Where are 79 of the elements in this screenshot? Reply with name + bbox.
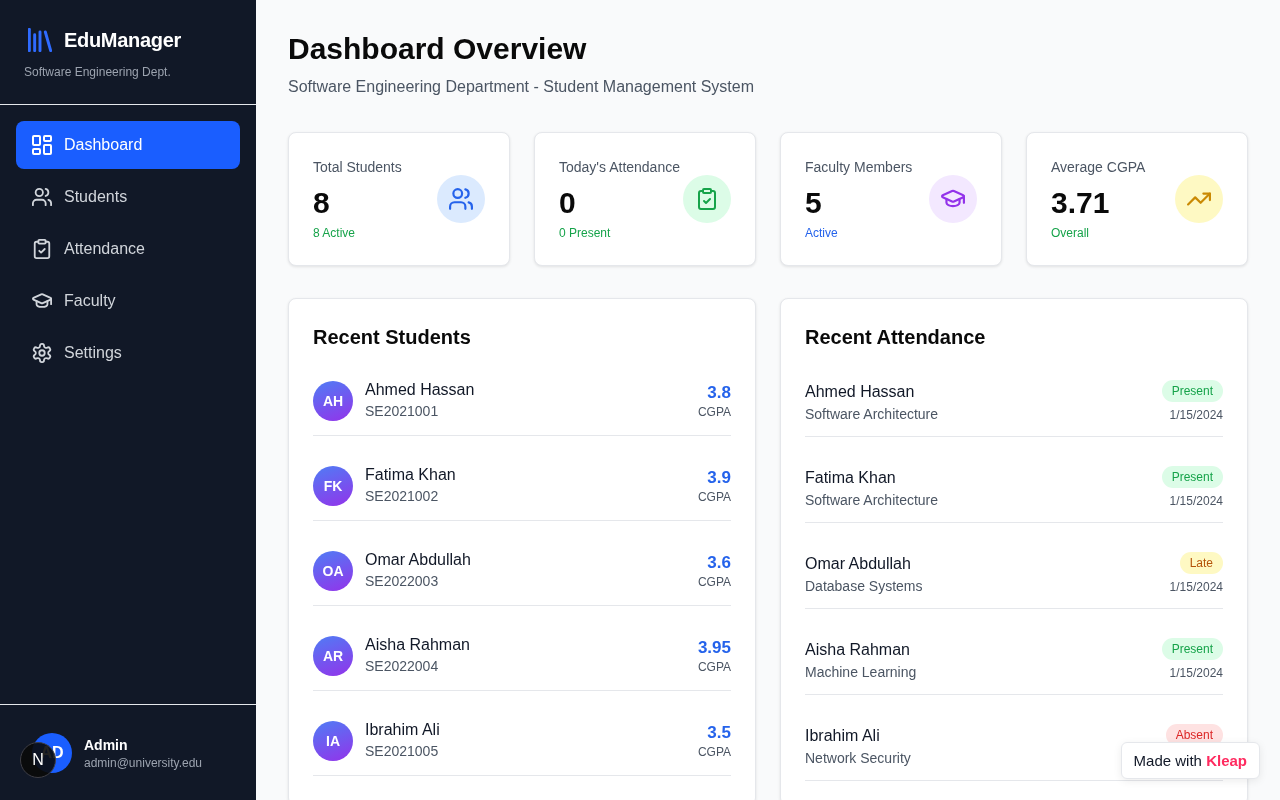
users-icon <box>32 187 52 207</box>
stat-note: 0 Present <box>559 225 612 241</box>
cgpa-label: CGPA <box>697 403 731 420</box>
graduation-cap-icon <box>32 291 52 311</box>
user-name: Admin <box>84 736 129 755</box>
student-id: SE2021005 <box>365 742 440 761</box>
cgpa-label: CGPA <box>697 658 731 675</box>
course-name: Network Security <box>805 749 911 768</box>
cgpa-value: 3.95 <box>697 636 731 659</box>
student-avatar: FK <box>313 465 353 506</box>
grid-icon <box>32 135 52 155</box>
user-email: admin@university.edu <box>84 755 202 771</box>
attendance-date: 1/15/2024 <box>1169 407 1223 423</box>
stat-note: Active <box>805 225 839 241</box>
page-subtitle: Software Engineering Department - Student Management System <box>288 77 756 97</box>
student-name: Fatima Khan <box>805 468 896 488</box>
status-badge: Present <box>1161 466 1223 488</box>
settings-icon <box>32 343 52 363</box>
clipboard-check-icon <box>683 175 731 223</box>
student-id: SE2021002 <box>365 487 440 506</box>
page-title: Dashboard Overview <box>288 31 588 67</box>
stat-label: Faculty Members <box>805 158 913 177</box>
student-avatar: IA <box>313 720 353 761</box>
cgpa-value: 3.5 <box>707 721 731 744</box>
panel-title: Recent Attendance <box>805 325 987 350</box>
student-name: Fatima Khan <box>365 465 457 485</box>
clipboard-check-icon <box>32 239 52 259</box>
course-name: Software Architecture <box>805 491 939 510</box>
stat-value: 5 <box>805 185 823 221</box>
course-name: Database Systems <box>805 577 923 596</box>
student-avatar: AR <box>313 635 353 676</box>
made-with-link[interactable]: Made with Kleap <box>1120 742 1260 779</box>
student-id: SE2022004 <box>365 657 440 676</box>
student-avatar: OA <box>313 550 353 591</box>
stat-value: 0 <box>559 185 577 221</box>
stat-label: Total Students <box>313 158 402 177</box>
attendance-date: 1/15/2024 <box>1169 579 1223 595</box>
nav-item[interactable]: Students <box>16 173 240 221</box>
status-badge: Present <box>1161 380 1223 402</box>
stat-note: Overall <box>1051 225 1090 241</box>
student-avatar: AH <box>313 380 353 421</box>
stat-label: Average CGPA <box>1051 158 1146 177</box>
student-name: Ahmed Hassan <box>365 380 476 400</box>
graduation-cap-icon <box>929 175 977 223</box>
student-name: Aisha Rahman <box>805 640 910 660</box>
attendance-date: 1/15/2024 <box>1169 665 1223 681</box>
cgpa-value: 3.9 <box>707 466 731 489</box>
student-name: Omar Abdullah <box>365 550 472 570</box>
cgpa-label: CGPA <box>697 573 731 590</box>
panel-title: Recent Students <box>313 325 472 350</box>
student-name: Ibrahim Ali <box>365 720 441 740</box>
nav-item[interactable]: Faculty <box>16 277 240 325</box>
student-name: Ibrahim Ali <box>805 726 880 746</box>
course-name: Machine Learning <box>805 663 917 682</box>
stat-value: 8 <box>313 185 331 221</box>
cgpa-label: CGPA <box>697 743 731 760</box>
cgpa-label: CGPA <box>697 488 731 505</box>
student-name: Ahmed Hassan <box>805 382 915 402</box>
cgpa-value: 3.8 <box>707 381 731 404</box>
student-id: SE2021001 <box>365 402 440 421</box>
attendance-date: 1/15/2024 <box>1169 493 1223 509</box>
status-badge: Present <box>1161 638 1223 660</box>
student-name: Aisha Rahman <box>365 635 471 655</box>
student-id: SE2022003 <box>365 572 440 591</box>
brand-name: EduManager <box>64 28 182 53</box>
student-name: Omar Abdullah <box>805 554 911 574</box>
books-icon <box>28 28 52 52</box>
nav-item[interactable]: Dashboard <box>16 121 240 169</box>
users-icon <box>437 175 485 223</box>
stat-label: Today's Attendance <box>559 158 680 177</box>
nav-item[interactable]: Attendance <box>16 225 240 273</box>
stat-note: 8 Active <box>313 225 357 241</box>
cgpa-value: 3.6 <box>707 551 731 574</box>
stat-value: 3.71 <box>1051 185 1111 221</box>
nav-item[interactable]: Settings <box>16 329 240 377</box>
status-badge: Late <box>1179 552 1223 574</box>
trending-up-icon <box>1175 175 1223 223</box>
course-name: Software Architecture <box>805 405 939 424</box>
brand-subtitle: Software Engineering Dept. <box>24 64 172 80</box>
